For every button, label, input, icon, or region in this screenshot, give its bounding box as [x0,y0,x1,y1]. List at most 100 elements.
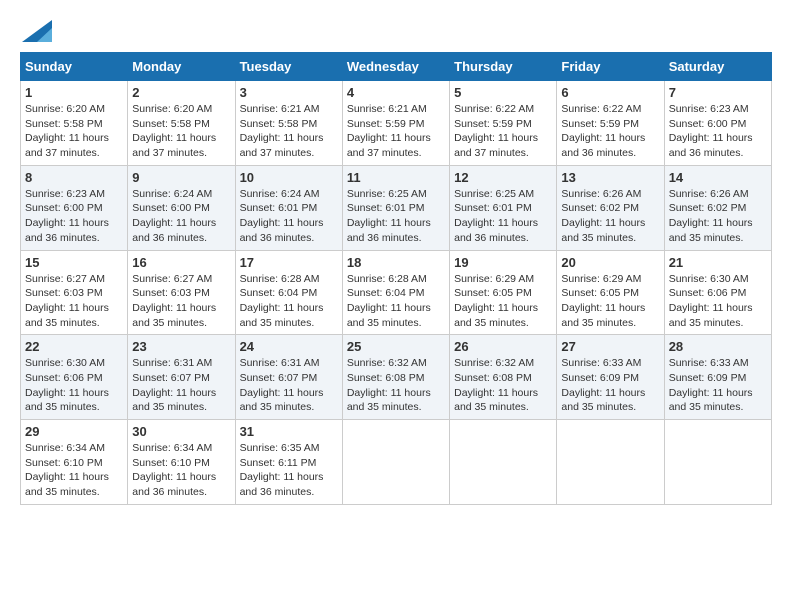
calendar-week-row: 8 Sunrise: 6:23 AM Sunset: 6:00 PM Dayli… [21,165,772,250]
calendar-day-cell: 19 Sunrise: 6:29 AM Sunset: 6:05 PM Dayl… [450,250,557,335]
calendar-day-cell: 25 Sunrise: 6:32 AM Sunset: 6:08 PM Dayl… [342,335,449,420]
calendar-day-cell: 15 Sunrise: 6:27 AM Sunset: 6:03 PM Dayl… [21,250,128,335]
day-info: Sunrise: 6:20 AM Sunset: 5:58 PM Dayligh… [132,102,230,161]
day-number: 19 [454,255,552,270]
day-number: 28 [669,339,767,354]
weekday-header: Thursday [450,53,557,81]
day-number: 30 [132,424,230,439]
calendar-day-cell: 1 Sunrise: 6:20 AM Sunset: 5:58 PM Dayli… [21,81,128,166]
day-number: 23 [132,339,230,354]
day-info: Sunrise: 6:30 AM Sunset: 6:06 PM Dayligh… [25,356,123,415]
logo [20,20,54,42]
day-info: Sunrise: 6:23 AM Sunset: 6:00 PM Dayligh… [25,187,123,246]
calendar-day-cell: 8 Sunrise: 6:23 AM Sunset: 6:00 PM Dayli… [21,165,128,250]
day-info: Sunrise: 6:34 AM Sunset: 6:10 PM Dayligh… [25,441,123,500]
day-number: 24 [240,339,338,354]
day-info: Sunrise: 6:31 AM Sunset: 6:07 PM Dayligh… [240,356,338,415]
calendar-day-cell: 22 Sunrise: 6:30 AM Sunset: 6:06 PM Dayl… [21,335,128,420]
weekday-header: Monday [128,53,235,81]
day-number: 29 [25,424,123,439]
day-number: 11 [347,170,445,185]
day-info: Sunrise: 6:22 AM Sunset: 5:59 PM Dayligh… [454,102,552,161]
day-info: Sunrise: 6:25 AM Sunset: 6:01 PM Dayligh… [347,187,445,246]
calendar-day-cell: 17 Sunrise: 6:28 AM Sunset: 6:04 PM Dayl… [235,250,342,335]
day-info: Sunrise: 6:27 AM Sunset: 6:03 PM Dayligh… [25,272,123,331]
day-info: Sunrise: 6:33 AM Sunset: 6:09 PM Dayligh… [561,356,659,415]
calendar-week-row: 1 Sunrise: 6:20 AM Sunset: 5:58 PM Dayli… [21,81,772,166]
weekday-header: Sunday [21,53,128,81]
day-info: Sunrise: 6:29 AM Sunset: 6:05 PM Dayligh… [454,272,552,331]
day-number: 16 [132,255,230,270]
day-info: Sunrise: 6:21 AM Sunset: 5:59 PM Dayligh… [347,102,445,161]
day-number: 22 [25,339,123,354]
calendar-day-cell: 18 Sunrise: 6:28 AM Sunset: 6:04 PM Dayl… [342,250,449,335]
day-number: 27 [561,339,659,354]
day-info: Sunrise: 6:22 AM Sunset: 5:59 PM Dayligh… [561,102,659,161]
day-number: 12 [454,170,552,185]
calendar-header-row: SundayMondayTuesdayWednesdayThursdayFrid… [21,53,772,81]
day-info: Sunrise: 6:33 AM Sunset: 6:09 PM Dayligh… [669,356,767,415]
calendar-day-cell: 13 Sunrise: 6:26 AM Sunset: 6:02 PM Dayl… [557,165,664,250]
day-number: 14 [669,170,767,185]
day-number: 10 [240,170,338,185]
calendar-day-cell: 24 Sunrise: 6:31 AM Sunset: 6:07 PM Dayl… [235,335,342,420]
day-number: 31 [240,424,338,439]
day-info: Sunrise: 6:28 AM Sunset: 6:04 PM Dayligh… [347,272,445,331]
calendar-day-cell [557,420,664,505]
day-info: Sunrise: 6:32 AM Sunset: 6:08 PM Dayligh… [347,356,445,415]
day-number: 2 [132,85,230,100]
calendar-day-cell: 4 Sunrise: 6:21 AM Sunset: 5:59 PM Dayli… [342,81,449,166]
calendar-day-cell: 11 Sunrise: 6:25 AM Sunset: 6:01 PM Dayl… [342,165,449,250]
logo-icon [22,20,52,42]
day-info: Sunrise: 6:34 AM Sunset: 6:10 PM Dayligh… [132,441,230,500]
calendar-day-cell [664,420,771,505]
calendar-day-cell: 29 Sunrise: 6:34 AM Sunset: 6:10 PM Dayl… [21,420,128,505]
day-info: Sunrise: 6:29 AM Sunset: 6:05 PM Dayligh… [561,272,659,331]
day-number: 6 [561,85,659,100]
calendar-day-cell: 26 Sunrise: 6:32 AM Sunset: 6:08 PM Dayl… [450,335,557,420]
day-number: 21 [669,255,767,270]
calendar-day-cell: 20 Sunrise: 6:29 AM Sunset: 6:05 PM Dayl… [557,250,664,335]
day-number: 26 [454,339,552,354]
calendar-day-cell [342,420,449,505]
calendar-day-cell: 21 Sunrise: 6:30 AM Sunset: 6:06 PM Dayl… [664,250,771,335]
day-number: 17 [240,255,338,270]
day-number: 5 [454,85,552,100]
day-number: 25 [347,339,445,354]
day-number: 4 [347,85,445,100]
calendar-day-cell [450,420,557,505]
calendar-week-row: 15 Sunrise: 6:27 AM Sunset: 6:03 PM Dayl… [21,250,772,335]
day-number: 9 [132,170,230,185]
day-info: Sunrise: 6:35 AM Sunset: 6:11 PM Dayligh… [240,441,338,500]
day-number: 20 [561,255,659,270]
day-number: 3 [240,85,338,100]
calendar-day-cell: 2 Sunrise: 6:20 AM Sunset: 5:58 PM Dayli… [128,81,235,166]
day-info: Sunrise: 6:24 AM Sunset: 6:01 PM Dayligh… [240,187,338,246]
day-info: Sunrise: 6:30 AM Sunset: 6:06 PM Dayligh… [669,272,767,331]
day-info: Sunrise: 6:31 AM Sunset: 6:07 PM Dayligh… [132,356,230,415]
day-info: Sunrise: 6:26 AM Sunset: 6:02 PM Dayligh… [669,187,767,246]
day-info: Sunrise: 6:23 AM Sunset: 6:00 PM Dayligh… [669,102,767,161]
day-number: 15 [25,255,123,270]
day-number: 7 [669,85,767,100]
calendar-day-cell: 12 Sunrise: 6:25 AM Sunset: 6:01 PM Dayl… [450,165,557,250]
page-header [20,20,772,42]
calendar-day-cell: 6 Sunrise: 6:22 AM Sunset: 5:59 PM Dayli… [557,81,664,166]
calendar-day-cell: 28 Sunrise: 6:33 AM Sunset: 6:09 PM Dayl… [664,335,771,420]
calendar-day-cell: 30 Sunrise: 6:34 AM Sunset: 6:10 PM Dayl… [128,420,235,505]
calendar-day-cell: 27 Sunrise: 6:33 AM Sunset: 6:09 PM Dayl… [557,335,664,420]
day-info: Sunrise: 6:32 AM Sunset: 6:08 PM Dayligh… [454,356,552,415]
calendar-day-cell: 3 Sunrise: 6:21 AM Sunset: 5:58 PM Dayli… [235,81,342,166]
calendar-day-cell: 16 Sunrise: 6:27 AM Sunset: 6:03 PM Dayl… [128,250,235,335]
day-number: 13 [561,170,659,185]
calendar-day-cell: 31 Sunrise: 6:35 AM Sunset: 6:11 PM Dayl… [235,420,342,505]
day-info: Sunrise: 6:28 AM Sunset: 6:04 PM Dayligh… [240,272,338,331]
day-info: Sunrise: 6:25 AM Sunset: 6:01 PM Dayligh… [454,187,552,246]
weekday-header: Wednesday [342,53,449,81]
calendar-day-cell: 23 Sunrise: 6:31 AM Sunset: 6:07 PM Dayl… [128,335,235,420]
day-info: Sunrise: 6:21 AM Sunset: 5:58 PM Dayligh… [240,102,338,161]
calendar-day-cell: 14 Sunrise: 6:26 AM Sunset: 6:02 PM Dayl… [664,165,771,250]
day-info: Sunrise: 6:24 AM Sunset: 6:00 PM Dayligh… [132,187,230,246]
day-info: Sunrise: 6:20 AM Sunset: 5:58 PM Dayligh… [25,102,123,161]
calendar-day-cell: 9 Sunrise: 6:24 AM Sunset: 6:00 PM Dayli… [128,165,235,250]
